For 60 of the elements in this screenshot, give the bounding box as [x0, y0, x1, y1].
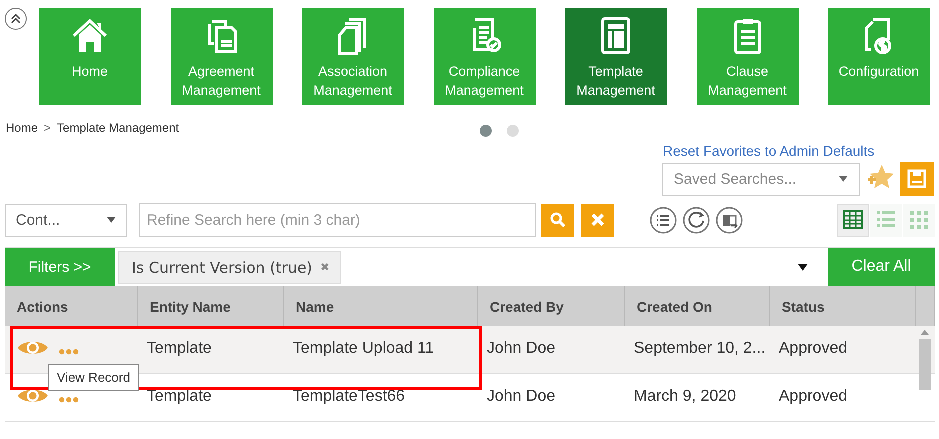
caret-down-icon: [107, 217, 116, 223]
table-cell-text: Approved: [778, 339, 848, 359]
save-button[interactable]: [900, 162, 934, 196]
nav-tile[interactable]: Template Management: [565, 8, 667, 105]
nav-tile[interactable]: Compliance Management: [434, 8, 536, 105]
scrollbar-thumb[interactable]: [919, 339, 931, 390]
saved-searches-dropdown[interactable]: Saved Searches...: [662, 162, 860, 196]
table-cell-text: September 10, 2...: [633, 339, 767, 359]
remove-filter-button[interactable]: ✖: [320, 261, 330, 274]
more-icon: [59, 397, 79, 403]
reset-favorites-link[interactable]: Reset Favorites to Admin Defaults: [663, 143, 875, 159]
scrollbar[interactable]: [918, 330, 932, 390]
refresh-button[interactable]: [683, 206, 710, 234]
list-icon: [876, 210, 896, 230]
table-cell-text: TemplateTest66: [292, 387, 406, 407]
pager-dot[interactable]: [507, 125, 519, 137]
view-mode-button[interactable]: [837, 204, 869, 236]
double-chevron-up-icon: [10, 13, 22, 25]
more-icon: [59, 349, 79, 355]
tiles-icon: [909, 210, 929, 230]
column-header[interactable]: Entity Name: [138, 286, 284, 326]
breadcrumb-current: Template Management: [57, 121, 180, 135]
table-row[interactable]: Template Template Upload 11 John Doe September 10, 2... Approved: [5, 326, 935, 374]
refresh-icon: [683, 206, 710, 234]
clear-search-button[interactable]: [581, 204, 614, 236]
filter-chip-label: Is Current Version (true): [132, 258, 313, 276]
close-icon: [590, 213, 604, 227]
star-icon: [866, 164, 894, 190]
search-button[interactable]: [541, 204, 574, 236]
export-button[interactable]: [716, 206, 743, 234]
nav-tile[interactable]: Clause Management: [696, 8, 798, 105]
caret-down-icon: [798, 264, 808, 270]
table-icon: [843, 210, 863, 230]
tooltip: View Record: [48, 364, 140, 391]
list-button[interactable]: [650, 206, 677, 234]
nav-tile[interactable]: Configuration: [828, 8, 930, 105]
search-field[interactable]: Refine Search here (min 3 char): [139, 203, 536, 237]
caret-down-icon: [839, 176, 848, 182]
pager-dot[interactable]: [480, 125, 492, 137]
export-icon: [716, 206, 743, 234]
clear-all-button[interactable]: Clear All: [828, 248, 935, 286]
collapse-button[interactable]: [5, 8, 27, 30]
table-cell-text: Template: [146, 387, 213, 407]
table-cell-text: March 9, 2020: [633, 387, 738, 407]
table-cell-text: Template Upload 11: [292, 339, 436, 359]
nav-tile[interactable]: Agreement Management: [170, 8, 272, 105]
breadcrumb-separator: >: [44, 121, 52, 135]
nav-tile[interactable]: Association Management: [302, 8, 404, 105]
filters-button[interactable]: Filters >>: [5, 248, 115, 286]
nav-tile[interactable]: Home: [39, 8, 141, 105]
table-cell-text: Template: [146, 339, 213, 359]
table-cell-text: John Doe: [486, 339, 556, 359]
breadcrumb-link[interactable]: Home: [6, 121, 38, 135]
scroll-up-icon: [921, 330, 929, 335]
table-cell-text: Approved: [778, 387, 848, 407]
search-icon: [550, 212, 566, 228]
list-icon: [650, 206, 677, 234]
table-cell-text: John Doe: [486, 387, 556, 407]
scope-dropdown[interactable]: Cont...: [5, 204, 127, 236]
column-header[interactable]: Name: [284, 286, 478, 326]
